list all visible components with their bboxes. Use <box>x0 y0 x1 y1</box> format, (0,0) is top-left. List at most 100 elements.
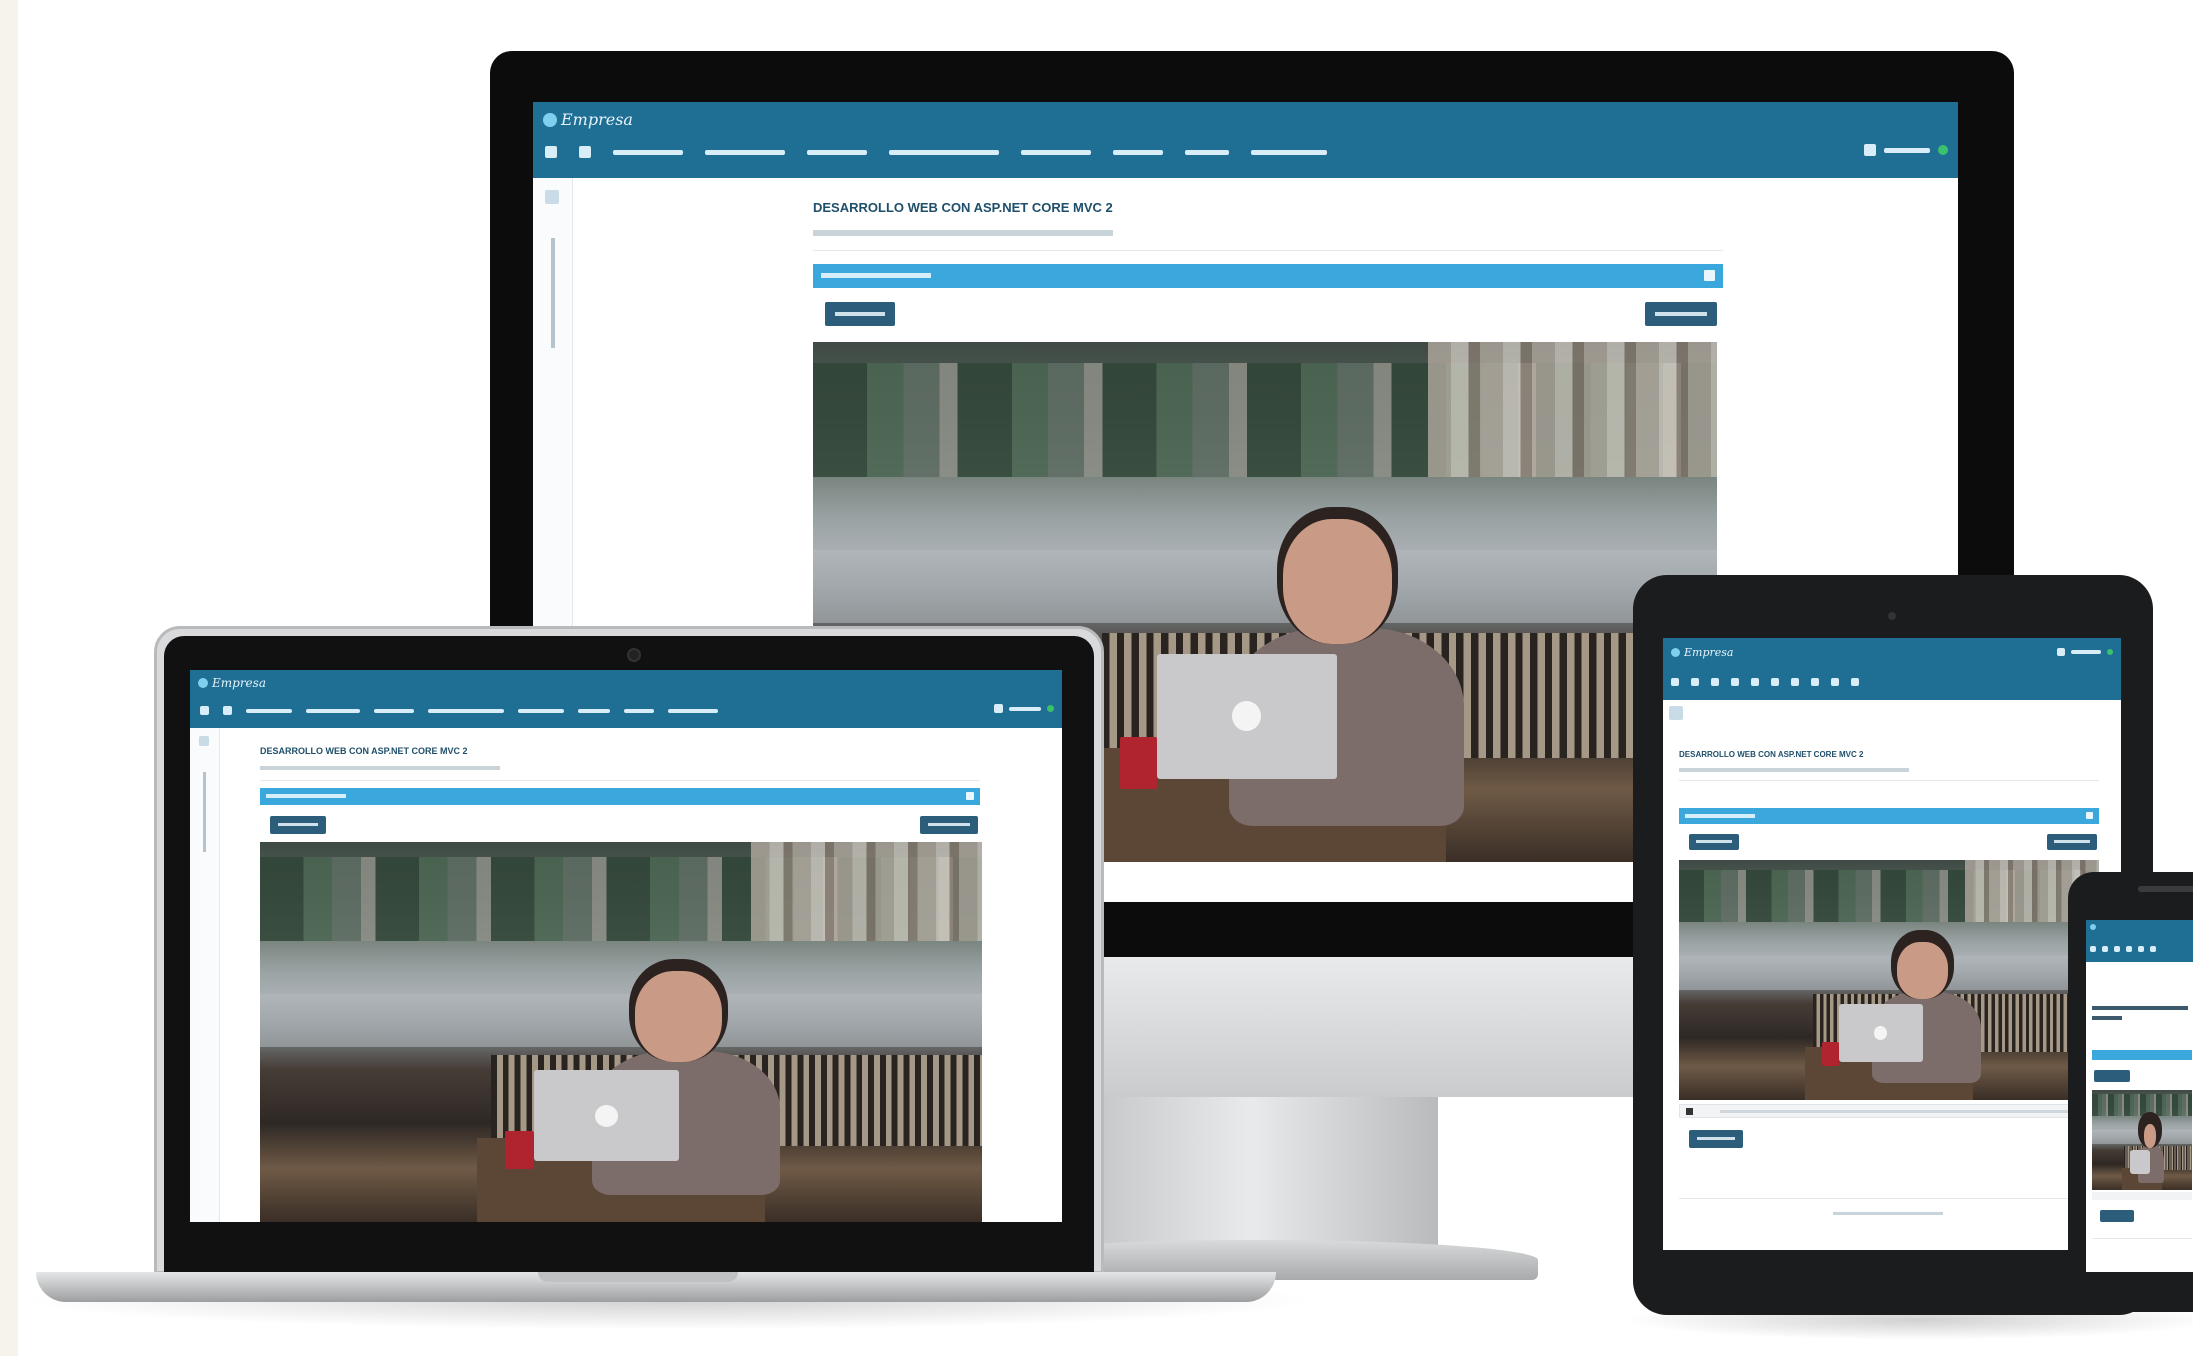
section-header-bar <box>813 264 1723 288</box>
brand-logo[interactable]: Empresa <box>198 676 266 690</box>
logo-icon <box>1671 648 1680 657</box>
desktop-monitor-stand <box>1098 1097 1438 1262</box>
video-controls[interactable] <box>1679 1104 2099 1118</box>
tools-icon[interactable] <box>223 706 232 715</box>
video-player[interactable] <box>260 842 982 1222</box>
section-header-bar <box>1679 808 2099 824</box>
online-status-icon <box>1938 145 1948 155</box>
logo-icon <box>198 678 208 688</box>
next-button[interactable] <box>1645 302 1717 326</box>
nav-item-1[interactable] <box>246 708 292 713</box>
nav-item-8[interactable] <box>1251 149 1327 155</box>
home-icon[interactable] <box>2090 946 2096 952</box>
home-icon[interactable] <box>200 706 209 715</box>
sidebar-toggle[interactable] <box>1669 706 1683 720</box>
home-icon[interactable] <box>1671 678 1679 686</box>
nav-item-7[interactable] <box>624 708 654 713</box>
user-menu[interactable] <box>2057 648 2113 656</box>
edit-icon[interactable] <box>1711 678 1719 686</box>
flag-icon[interactable] <box>1831 678 1839 686</box>
footer-text <box>1833 1212 1943 1215</box>
nav-item-6[interactable] <box>1113 149 1163 155</box>
brand-name: Empresa <box>212 676 266 690</box>
sidebar-label <box>203 772 206 852</box>
nav-item-8[interactable] <box>668 708 718 713</box>
expand-icon[interactable] <box>966 792 974 800</box>
section-header-bar <box>260 788 980 805</box>
expand-icon[interactable] <box>2086 812 2093 819</box>
page-subtitle <box>813 230 1113 236</box>
sidebar-label <box>551 238 555 348</box>
video-player[interactable] <box>1679 860 2099 1100</box>
previous-button[interactable] <box>1689 1130 1743 1148</box>
brand-logo[interactable] <box>2090 924 2096 930</box>
app-header: Empresa <box>1663 638 2121 700</box>
nav-item-6[interactable] <box>578 708 610 713</box>
nav-item-5[interactable] <box>518 708 564 713</box>
document-icon[interactable] <box>2150 946 2156 952</box>
sidebar-toggle-icon[interactable] <box>545 190 559 204</box>
previous-button[interactable] <box>825 302 895 326</box>
nav-item-5[interactable] <box>1021 149 1091 155</box>
app-header <box>2086 920 2193 962</box>
nav-item-3[interactable] <box>374 708 414 713</box>
previous-button[interactable] <box>2100 1210 2134 1222</box>
online-status-icon <box>2107 649 2113 655</box>
page-title: DESARROLLO WEB CON ASP.NET CORE MVC 2 <box>813 200 1113 215</box>
user-menu[interactable] <box>994 704 1054 713</box>
search-icon[interactable] <box>1751 678 1759 686</box>
brand-name: Empresa <box>561 110 633 129</box>
page-subtitle <box>2092 1016 2122 1020</box>
nav-item-3[interactable] <box>807 149 867 155</box>
scene-canvas: Empresa DESARROLLO WEB CON ASP.NET CORE … <box>18 0 2193 1356</box>
tools-icon[interactable] <box>2102 946 2108 952</box>
previous-button[interactable] <box>2094 1070 2130 1082</box>
share-icon[interactable] <box>1811 678 1819 686</box>
help-icon[interactable] <box>1851 678 1859 686</box>
nav-item-4[interactable] <box>428 708 504 713</box>
settings-icon[interactable] <box>2126 946 2132 952</box>
apple-logo-icon <box>1873 1025 1888 1040</box>
tools-icon[interactable] <box>1691 678 1699 686</box>
play-icon[interactable] <box>1686 1108 1693 1115</box>
next-button[interactable] <box>920 816 978 834</box>
brand-logo[interactable]: Empresa <box>543 110 633 129</box>
progress-bar[interactable] <box>1720 1110 2080 1113</box>
video-controls[interactable] <box>2092 1192 2192 1200</box>
gear-icon[interactable] <box>1791 678 1799 686</box>
nav-item-7[interactable] <box>1185 149 1229 155</box>
nav-item-2[interactable] <box>306 708 360 713</box>
nav-item-1[interactable] <box>613 149 683 155</box>
video-player[interactable] <box>2092 1090 2192 1190</box>
brand-logo[interactable]: Empresa <box>1671 646 1733 659</box>
settings-icon[interactable] <box>1731 678 1739 686</box>
next-button[interactable] <box>2047 834 2097 850</box>
expand-icon[interactable] <box>1704 270 1715 281</box>
top-nav <box>200 706 718 715</box>
tablet-screen: Empresa DESARROLLO WEB CON ASP.NET CORE … <box>1663 638 2121 1250</box>
laptop-trackpad-notch <box>538 1272 738 1282</box>
nav-item-4[interactable] <box>889 149 999 155</box>
home-icon[interactable] <box>545 146 557 158</box>
divider <box>260 780 980 781</box>
user-icon <box>994 704 1003 713</box>
page-subtitle <box>260 766 500 770</box>
sidebar-toggle-icon[interactable] <box>199 736 209 746</box>
previous-button[interactable] <box>270 816 326 834</box>
online-status-icon <box>1047 705 1054 712</box>
apple-logo-icon <box>1232 701 1262 732</box>
divider <box>1679 1198 2099 1199</box>
sidebar <box>190 728 220 1222</box>
section-header-label <box>266 794 346 798</box>
camera-icon <box>1888 612 1896 620</box>
document-icon[interactable] <box>1771 678 1779 686</box>
previous-button[interactable] <box>1689 834 1739 850</box>
page-title <box>2092 1006 2188 1010</box>
tools-icon[interactable] <box>579 146 591 158</box>
search-icon[interactable] <box>2138 946 2144 952</box>
user-menu[interactable] <box>1864 144 1948 156</box>
divider <box>2092 1238 2192 1239</box>
edit-icon[interactable] <box>2114 946 2120 952</box>
nav-item-2[interactable] <box>705 149 785 155</box>
phone-speaker <box>2138 886 2193 892</box>
